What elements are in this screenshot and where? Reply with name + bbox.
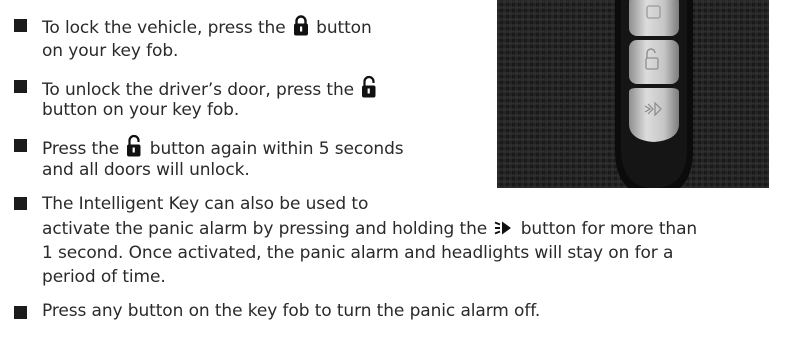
text-run: Press the	[42, 139, 125, 159]
bullet-text-line: To unlock the driver’s door, press the	[42, 75, 379, 101]
text-run: The Intelligent Key can also be used to	[42, 194, 369, 214]
bullet-marker	[14, 80, 27, 93]
text-run: button on your key fob.	[42, 100, 240, 120]
text-run: To lock the vehicle, press the	[42, 18, 291, 38]
bullet-marker	[14, 306, 27, 319]
instruction-page: To lock the vehicle, press the button on …	[0, 0, 788, 345]
bullet-text-line: period of time.	[42, 266, 166, 288]
text-run: Press any button on the key fob to turn …	[42, 301, 541, 321]
bullet-marker	[14, 197, 27, 210]
bullet-text-line: To lock the vehicle, press the button	[42, 15, 372, 39]
text-run: 1 second. Once activated, the panic alar…	[42, 243, 674, 263]
unlock-icon	[359, 75, 379, 100]
bullet-text-line: The Intelligent Key can also be used to	[42, 193, 368, 215]
key-fob-photo	[497, 0, 769, 188]
bullet-text-line: 1 second. Once activated, the panic alar…	[42, 242, 673, 264]
bullet-text-line: Press the button again within 5 seconds	[42, 134, 404, 160]
text-run: and all doors will unlock.	[42, 160, 250, 180]
bullet-text-line: and all doors will unlock.	[42, 159, 250, 181]
panic-alarm-icon	[492, 219, 515, 239]
bullet-marker	[14, 139, 27, 152]
text-run: button again within 5 seconds	[144, 139, 404, 159]
unlock-icon	[124, 134, 144, 159]
text-run: on your key fob.	[42, 41, 179, 61]
text-run: button	[310, 18, 372, 38]
text-run: activate the panic alarm by pressing and…	[42, 219, 493, 239]
bullet-text-line: activate the panic alarm by pressing and…	[42, 218, 697, 240]
text-run: button for more than	[515, 219, 698, 239]
lock-icon	[291, 15, 311, 38]
text-run: To unlock the driver’s door, press the	[42, 80, 360, 100]
text-run: period of time.	[42, 267, 166, 287]
bullet-text-line: on your key fob.	[42, 40, 178, 62]
bullet-text-line: Press any button on the key fob to turn …	[42, 300, 540, 322]
bullet-marker	[14, 19, 27, 32]
bullet-text-line: button on your key fob.	[42, 99, 239, 121]
